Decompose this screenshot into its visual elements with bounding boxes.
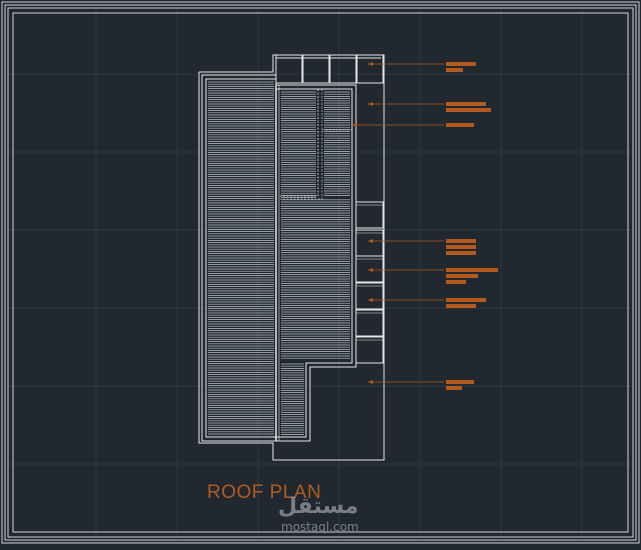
top-cell bbox=[356, 54, 384, 84]
side-cell bbox=[355, 309, 384, 337]
annotation-text-bar bbox=[446, 245, 476, 249]
leader-arrow bbox=[368, 62, 373, 66]
annotation-text-bar bbox=[446, 298, 486, 302]
annotation-text-bar bbox=[446, 108, 491, 112]
annotation-text-bar bbox=[446, 274, 478, 278]
leader-arrow bbox=[368, 298, 373, 302]
annotation-text-bar bbox=[446, 380, 474, 384]
leader-arrow bbox=[368, 268, 373, 272]
background-grid bbox=[8, 8, 633, 543]
side-cell bbox=[355, 336, 384, 364]
leader-arrow bbox=[368, 239, 373, 243]
annotation-text-bar bbox=[446, 239, 476, 243]
cad-canvas: ROOF PLAN مستقل mostaql.com bbox=[0, 0, 641, 545]
annotation-text-bar bbox=[446, 102, 486, 106]
annotation-text-bar bbox=[446, 268, 498, 272]
watermark-logo-latin: mostaql.com bbox=[281, 520, 359, 534]
side-cell bbox=[355, 229, 384, 257]
annotation-text-bar bbox=[446, 62, 476, 66]
annotation-leaders bbox=[352, 62, 498, 390]
top-cell bbox=[329, 54, 357, 84]
annotation-text-bar bbox=[446, 304, 476, 308]
top-cell bbox=[275, 54, 303, 84]
side-cell bbox=[355, 201, 384, 229]
leader-arrow bbox=[352, 123, 357, 127]
annotation-text-bar bbox=[446, 123, 474, 127]
top-cell bbox=[302, 54, 330, 84]
annotation-text-bar bbox=[446, 251, 476, 255]
side-cell bbox=[355, 282, 384, 310]
annotation-text-bar bbox=[446, 68, 463, 72]
leader-arrow bbox=[368, 102, 373, 106]
roof-plan-drawing bbox=[1, 1, 640, 544]
leader-arrow bbox=[368, 380, 373, 384]
watermark-logo-arabic: مستقل bbox=[278, 494, 359, 519]
side-cell bbox=[355, 255, 384, 283]
annotation-text-bar bbox=[446, 280, 466, 284]
annotation-text-bar bbox=[446, 386, 462, 390]
